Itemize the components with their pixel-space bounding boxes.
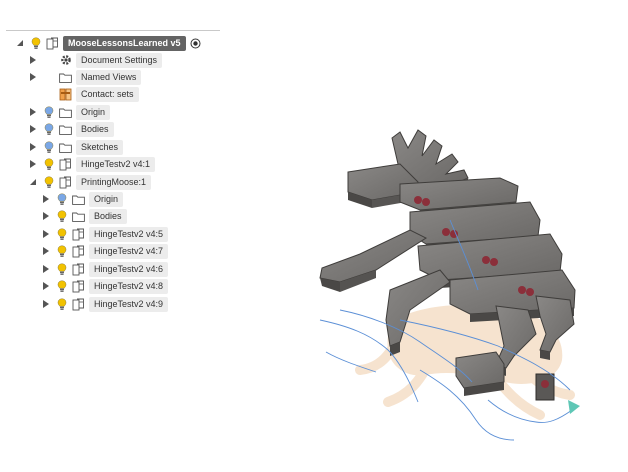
folder-icon (59, 106, 72, 119)
browser-node-hingetestv2-v4-9[interactable]: HingeTestv2 v4:9 (41, 296, 169, 312)
visibility-bulb-icon[interactable] (43, 158, 54, 171)
expand-arrow-icon[interactable] (28, 53, 38, 67)
visibility-bulb-icon[interactable] (56, 280, 67, 293)
visibility-bulb-icon[interactable] (56, 210, 67, 223)
browser-node-label: HingeTestv2 v4:6 (89, 261, 169, 277)
browser-panel: MooseLessonsLearned v5 Document Settings N… (0, 0, 240, 330)
browser-node-origin[interactable]: Origin (41, 191, 124, 207)
browser-node-label: HingeTestv2 v4:9 (89, 296, 169, 312)
expand-arrow-icon[interactable] (41, 209, 51, 223)
component-icon (72, 280, 85, 293)
browser-node-label: HingeTestv2 v4:7 (89, 243, 169, 259)
browser-node-mooselessonslearned-v5[interactable]: MooseLessonsLearned v5 (15, 35, 201, 51)
expand-arrow-icon[interactable] (28, 105, 38, 119)
component-icon (59, 176, 72, 189)
browser-node-hingetestv2-v4-5[interactable]: HingeTestv2 v4:5 (41, 226, 169, 242)
bulb-spacer (43, 71, 54, 84)
browser-node-label: Contact: sets (76, 86, 139, 102)
browser-node-label: Document Settings (76, 52, 163, 68)
browser-node-contact-sets[interactable]: Contact: sets (28, 86, 139, 102)
expand-arrow-icon[interactable] (28, 140, 38, 154)
browser-node-bodies[interactable]: Bodies (41, 208, 127, 224)
visibility-bulb-icon[interactable] (30, 37, 41, 50)
browser-node-hingetestv2-v4-8[interactable]: HingeTestv2 v4:8 (41, 278, 169, 294)
expand-arrow-icon[interactable] (28, 157, 38, 171)
browser-node-label: PrintingMoose:1 (76, 174, 152, 190)
bulb-spacer (43, 54, 54, 67)
browser-node-label: HingeTestv2 v4:1 (76, 156, 156, 172)
expand-arrow-icon[interactable] (41, 279, 51, 293)
moose-model (319, 129, 580, 441)
browser-node-hingetestv2-v4-7[interactable]: HingeTestv2 v4:7 (41, 243, 169, 259)
visibility-bulb-icon[interactable] (56, 228, 67, 241)
collapse-arrow-icon[interactable] (15, 36, 25, 50)
visibility-bulb-icon[interactable] (56, 193, 67, 206)
gear-icon (59, 54, 72, 67)
visibility-bulb-icon[interactable] (43, 106, 54, 119)
browser-node-label: MooseLessonsLearned v5 (63, 35, 186, 51)
visibility-bulb-icon[interactable] (56, 298, 67, 311)
visibility-bulb-icon[interactable] (56, 245, 67, 258)
browser-node-printingmoose-1[interactable]: PrintingMoose:1 (28, 174, 152, 190)
visibility-bulb-icon[interactable] (43, 123, 54, 136)
component-icon (72, 263, 85, 276)
browser-node-sketches[interactable]: Sketches (28, 139, 124, 155)
browser-node-label: HingeTestv2 v4:8 (89, 278, 169, 294)
component-icon (72, 228, 85, 241)
collapse-arrow-icon[interactable] (28, 175, 38, 189)
bulb-spacer (43, 88, 54, 101)
expand-arrow-icon[interactable] (28, 70, 38, 84)
browser-node-label: Bodies (89, 208, 127, 224)
model-viewport[interactable] (300, 120, 600, 450)
joint-icon (59, 88, 72, 101)
browser-node-document-settings[interactable]: Document Settings (28, 52, 163, 68)
browser-node-hingetestv2-v4-1[interactable]: HingeTestv2 v4:1 (28, 156, 156, 172)
browser-divider (6, 30, 220, 31)
browser-node-origin[interactable]: Origin (28, 104, 111, 120)
expand-arrow-icon[interactable] (28, 122, 38, 136)
browser-node-label: Sketches (76, 139, 124, 155)
visibility-bulb-icon[interactable] (43, 141, 54, 154)
visibility-bulb-icon[interactable] (56, 263, 67, 276)
component-icon (72, 245, 85, 258)
visibility-bulb-icon[interactable] (43, 176, 54, 189)
browser-node-label: Bodies (76, 121, 114, 137)
expand-arrow-icon[interactable] (41, 262, 51, 276)
browser-node-named-views[interactable]: Named Views (28, 69, 142, 85)
folder-icon (72, 210, 85, 223)
folder-icon (72, 193, 85, 206)
joint-marker (568, 400, 580, 414)
expand-arrow-icon[interactable] (41, 297, 51, 311)
folder-icon (59, 71, 72, 84)
browser-node-label: Named Views (76, 69, 142, 85)
folder-icon (59, 141, 72, 154)
browser-node-label: HingeTestv2 v4:5 (89, 226, 169, 242)
folder-icon (59, 123, 72, 136)
component-icon (72, 298, 85, 311)
expand-arrow-icon[interactable] (41, 244, 51, 258)
browser-node-label: Origin (89, 191, 124, 207)
component-icon (46, 37, 59, 50)
expand-arrow-icon[interactable] (41, 227, 51, 241)
component-icon (59, 158, 72, 171)
expand-arrow-icon[interactable] (41, 192, 51, 206)
browser-node-label: Origin (76, 104, 111, 120)
activate-radio-icon[interactable] (190, 38, 201, 49)
browser-node-bodies[interactable]: Bodies (28, 121, 114, 137)
browser-node-hingetestv2-v4-6[interactable]: HingeTestv2 v4:6 (41, 261, 169, 277)
